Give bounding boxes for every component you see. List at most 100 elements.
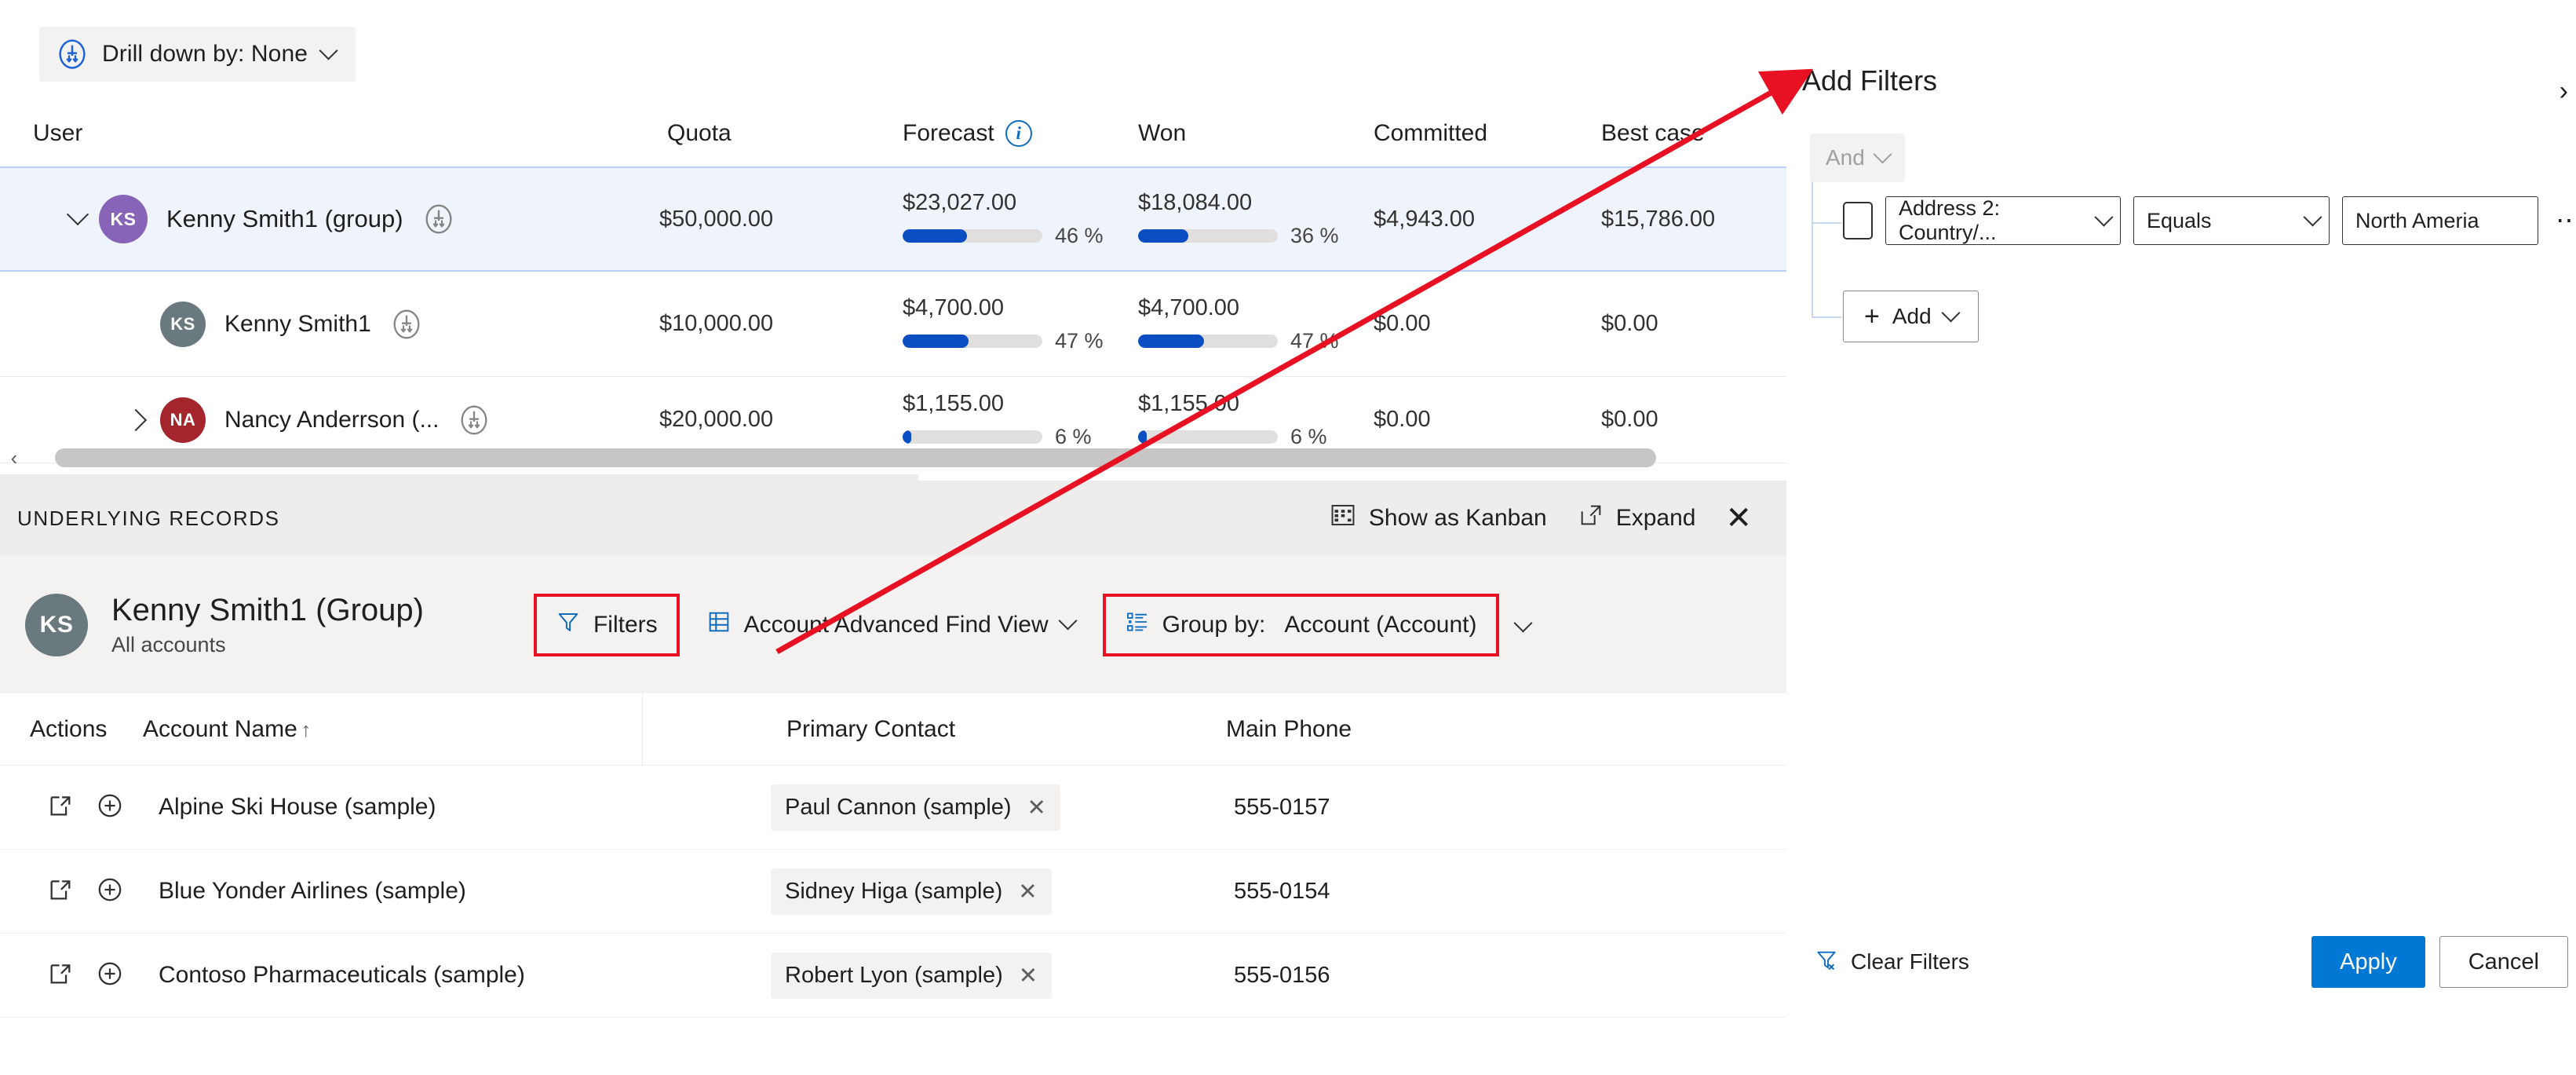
open-record-icon[interactable]: [47, 960, 74, 991]
view-selector-label: Account Advanced Find View: [743, 611, 1049, 638]
cell-quota: $10,000.00: [659, 311, 774, 336]
contact-pill[interactable]: Robert Lyon (sample) ✕: [771, 952, 1053, 999]
cell-main-phone: 555-0156: [1234, 962, 1330, 988]
underlying-records-title: UNDERLYING RECORDS: [17, 506, 280, 530]
row-user-name: Kenny Smith1: [224, 310, 371, 337]
row-expand-toggle[interactable]: [118, 408, 160, 431]
contact-pill[interactable]: Sidney Higa (sample) ✕: [771, 868, 1052, 915]
filter-row-more-icon[interactable]: ⋯: [2551, 207, 2576, 234]
row-user-name: Kenny Smith1 (group): [166, 205, 403, 232]
avatar: KS: [99, 195, 148, 243]
scrollbar-track[interactable]: [28, 448, 1786, 467]
filters-button[interactable]: Filters: [542, 600, 672, 650]
row-drilldown-icon-cell[interactable]: [371, 309, 442, 340]
expand-label: Expand: [1615, 505, 1696, 531]
column-header-committed[interactable]: Committed: [1374, 120, 1601, 147]
page-title: Kenny Smith1 (Group): [111, 593, 424, 627]
avatar-initials: KS: [170, 313, 195, 334]
column-header-account-name[interactable]: Account Name: [143, 716, 297, 742]
row-drilldown-icon-cell[interactable]: [439, 404, 509, 436]
filter-row-checkbox[interactable]: [1843, 202, 1873, 239]
forecast-progress-bar: [903, 229, 1042, 243]
column-header-main-phone[interactable]: Main Phone: [1226, 716, 1352, 742]
app-root: Drill down by: None User Quota Forecast …: [0, 0, 2576, 1075]
panel-collapse-icon[interactable]: ›: [2555, 75, 2573, 108]
filter-operator-dropdown[interactable]: Equals: [2133, 196, 2330, 245]
close-icon[interactable]: ✕: [1711, 499, 1766, 537]
cell-main-phone: 555-0154: [1234, 878, 1330, 904]
cell-quota: $20,000.00: [659, 407, 774, 432]
filter-tree-branch: [1812, 316, 1841, 318]
cell-primary-contact: Sidney Higa (sample): [785, 878, 1003, 904]
filter-icon: [556, 609, 581, 641]
cell-forecast-value: $1,155.00: [903, 390, 1005, 416]
accounts-table: Actions Account Name ↑ Primary Contact M…: [0, 693, 1786, 1018]
table-row[interactable]: KS Kenny Smith1 (group) $50,000.00 $23,0…: [0, 166, 1786, 272]
clear-filters-button[interactable]: Clear Filters: [1810, 947, 1974, 978]
cancel-button[interactable]: Cancel: [2439, 936, 2568, 988]
row-expand-toggle[interactable]: [57, 203, 99, 227]
add-filter-button[interactable]: + Add: [1843, 291, 1979, 342]
filter-field-dropdown[interactable]: Address 2: Country/...: [1885, 196, 2121, 245]
table-row[interactable]: Alpine Ski House (sample) Paul Cannon (s…: [0, 766, 1786, 850]
filters-label: Filters: [593, 611, 658, 638]
filter-value-input[interactable]: [2342, 196, 2538, 245]
apply-button[interactable]: Apply: [2311, 936, 2425, 988]
owner-block: KS Kenny Smith1 (Group) All accounts: [25, 592, 424, 657]
scrollbar-thumb[interactable]: [55, 448, 1656, 467]
underlying-records-actions: Show as Kanban Expand ✕: [1314, 494, 1786, 543]
underlying-records-header: UNDERLYING RECORDS Show as Kanban Expand…: [0, 481, 1786, 556]
open-record-icon[interactable]: [47, 792, 74, 823]
cell-committed: $0.00: [1374, 407, 1431, 432]
table-row[interactable]: KS Kenny Smith1 $10,000.00 $4,700.00 47 …: [0, 272, 1786, 377]
clear-filters-label: Clear Filters: [1851, 949, 1969, 974]
group-by-value: Account (Account): [1284, 611, 1477, 638]
row-drilldown-icon-cell[interactable]: [403, 203, 474, 235]
column-header-forecast[interactable]: Forecast i: [903, 119, 1138, 147]
view-selector-button[interactable]: Account Advanced Find View: [692, 600, 1089, 650]
show-as-kanban-button[interactable]: Show as Kanban: [1314, 494, 1563, 543]
add-record-icon[interactable]: [96, 876, 124, 908]
cell-main-phone: 555-0157: [1234, 794, 1330, 820]
filter-field-value: Address 2: Country/...: [1899, 196, 2001, 244]
column-header-primary-contact[interactable]: Primary Contact: [786, 716, 955, 742]
remove-contact-icon[interactable]: ✕: [1027, 794, 1046, 821]
chevron-down-icon[interactable]: [1512, 613, 1533, 633]
cell-account-name: Contoso Pharmaceuticals (sample): [159, 962, 525, 988]
drill-down-button[interactable]: Drill down by: None: [39, 27, 356, 82]
chevron-down-icon: [2303, 207, 2322, 227]
info-icon[interactable]: i: [1005, 119, 1032, 147]
avatar: KS: [25, 593, 88, 656]
table-row[interactable]: Blue Yonder Airlines (sample) Sidney Hig…: [0, 850, 1786, 934]
remove-contact-icon[interactable]: ✕: [1018, 878, 1037, 905]
cell-forecast-value: $4,700.00: [903, 294, 1005, 320]
add-record-icon[interactable]: [96, 792, 124, 824]
cell-forecast-pct: 47 %: [1055, 328, 1104, 353]
column-header-actions: Actions: [30, 715, 108, 742]
filter-panel-footer: Clear Filters Apply Cancel: [1786, 936, 2576, 988]
remove-contact-icon[interactable]: ✕: [1019, 962, 1038, 989]
filter-condition-row: Address 2: Country/... Equals ⋯: [1843, 196, 2576, 245]
column-header-user[interactable]: User: [33, 120, 82, 147]
row-user-name: Nancy Anderrson (...: [224, 406, 440, 433]
drill-down-label: Drill down by: None: [102, 41, 308, 67]
add-record-icon[interactable]: [96, 960, 124, 992]
logic-operator-dropdown[interactable]: And: [1810, 133, 1905, 182]
expand-button[interactable]: Expand: [1563, 495, 1712, 542]
avatar-initials: KS: [110, 208, 137, 229]
column-header-won[interactable]: Won: [1138, 120, 1374, 147]
scroll-left-arrow[interactable]: ‹: [0, 446, 28, 470]
logic-operator-label: And: [1826, 145, 1865, 170]
column-header-quota[interactable]: Quota: [667, 120, 903, 147]
group-by-highlight: Group by: Account (Account): [1102, 593, 1499, 656]
cell-quota: $50,000.00: [659, 206, 774, 232]
group-by-button[interactable]: Group by: Account (Account): [1111, 600, 1491, 650]
filter-tree-branch: [1812, 222, 1841, 224]
horizontal-scrollbar[interactable]: ‹: [0, 440, 1786, 476]
contact-pill[interactable]: Paul Cannon (sample) ✕: [771, 784, 1060, 831]
column-header-bestcase[interactable]: Best case: [1601, 120, 1786, 147]
open-record-icon[interactable]: [47, 876, 74, 907]
column-header-forecast-label: Forecast: [903, 119, 994, 146]
records-toolbar: Filters Account Advanced Find View Group…: [533, 593, 1533, 656]
table-row[interactable]: Contoso Pharmaceuticals (sample) Robert …: [0, 934, 1786, 1018]
